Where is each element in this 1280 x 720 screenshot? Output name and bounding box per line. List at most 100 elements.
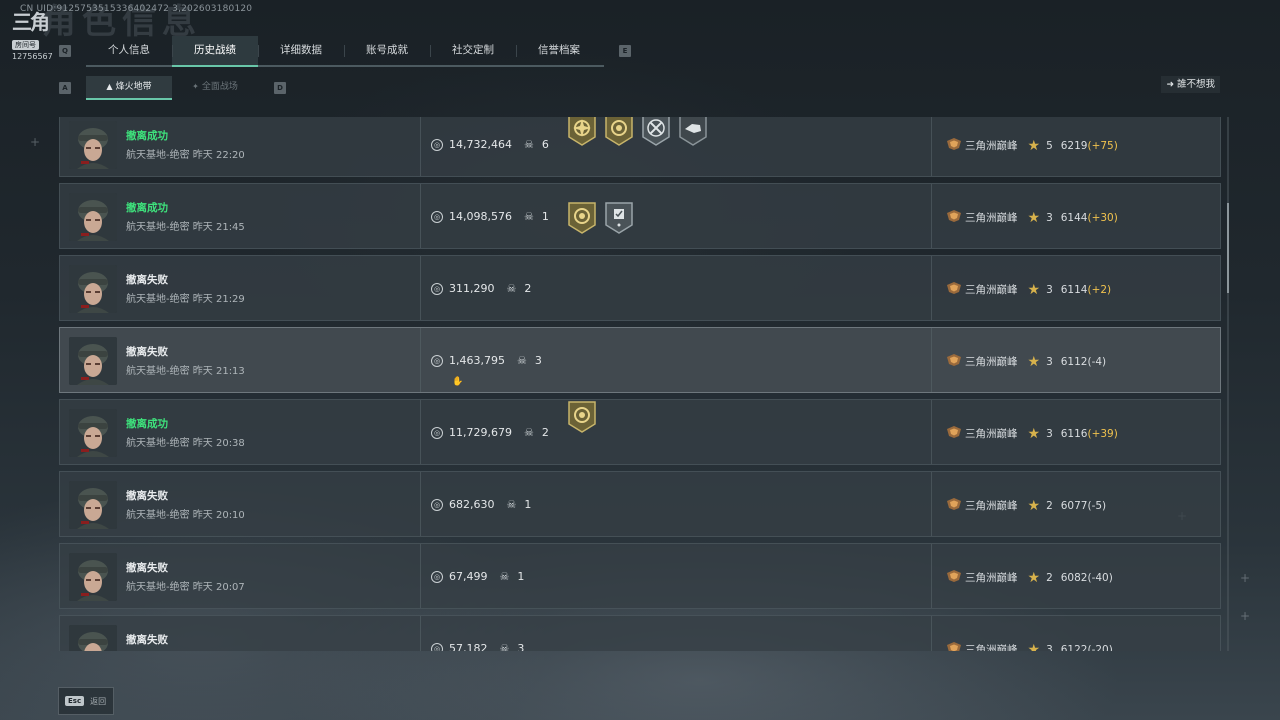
star-icon: ★ [1027, 641, 1041, 652]
rank-name: 三角洲巅峰 [965, 212, 1018, 224]
skull-icon: ☠ [499, 570, 510, 583]
battlefield-icon: ✦ [192, 82, 199, 91]
scroll-thumb[interactable] [1227, 203, 1229, 293]
badge-gold-star-icon [567, 117, 597, 147]
divider [420, 256, 421, 320]
crosshair-mark-icon: + [1240, 609, 1251, 623]
loot-value: ◎ 14,098,576 ☠ 1 [431, 210, 549, 223]
subtab-operations[interactable]: ▲ 烽火地带 [86, 76, 172, 100]
subtab-warfare[interactable]: ✦ 全面战场 [172, 76, 258, 100]
rank-icon [946, 354, 965, 369]
score-delta: (+30) [1087, 211, 1118, 224]
logo-text: 三角 [12, 10, 50, 34]
loot-value: ◎ 11,729,679 ☠ 2 [431, 426, 549, 439]
rank-info: 三角洲巅峰 ★ 2 6082 (-40) [946, 570, 1113, 585]
loot-value: ◎ 14,732,464 ☠ 6 [431, 138, 549, 151]
room-number: 12756567 [12, 52, 53, 61]
map-and-time: 航天基地-绝密 昨天 20:38 [126, 438, 245, 449]
loot-value: ◎ 682,630 ☠ 1 [431, 498, 531, 511]
divider [420, 544, 421, 608]
kill-count: 1 [517, 570, 525, 583]
rank-score: 6077 [1060, 499, 1088, 512]
match-row[interactable]: 撤离失败 航天基地-绝密 昨天 20:07 ◎ 67,499 ☠ 1 三角洲巅峰 ★ 2 6082… [59, 543, 1221, 609]
prev-subtab-key[interactable]: A [59, 82, 71, 94]
prev-tab-key[interactable]: Q [59, 45, 71, 57]
loot-value-amount: 14,732,464 [449, 138, 512, 151]
coin-icon: ◎ [431, 282, 443, 295]
divider [420, 117, 421, 176]
rank-info: 三角洲巅峰 ★ 3 6112 (-4) [946, 354, 1106, 369]
loot-value-amount: 11,729,679 [449, 426, 512, 439]
rank-score: 6116 [1060, 427, 1088, 440]
star-count: 5 [1046, 139, 1053, 152]
avatar [69, 121, 117, 169]
rank-score: 6219 [1060, 139, 1088, 152]
mouse-cursor-icon: ✋ [452, 377, 464, 387]
loot-value-amount: 67,499 [449, 570, 488, 583]
star-icon: ★ [1027, 353, 1041, 370]
star-count: 3 [1046, 427, 1053, 440]
rank-name: 三角洲巅峰 [965, 356, 1018, 368]
map-and-time: 航天基地-绝密 昨天 21:45 [126, 222, 245, 233]
divider [420, 328, 421, 392]
friend-button[interactable]: ➜ 誰不想我 [1161, 76, 1220, 93]
match-row[interactable]: 撤离失败航天基地-绝密 昨天 19:51 ◎ 57,182 ☠ 3 三角洲巅峰 ★ 3 6122… [59, 615, 1221, 651]
rank-score: 6114 [1060, 283, 1088, 296]
tab-detailed-data[interactable]: 详细数据 [258, 36, 344, 65]
avatar [69, 337, 117, 385]
tab-social-custom[interactable]: 社交定制 [430, 36, 516, 65]
star-icon: ★ [1027, 209, 1041, 226]
divider [931, 117, 932, 176]
badge-list [567, 117, 715, 147]
score-delta: (+2) [1087, 283, 1112, 296]
crosshair-mark-icon: + [1240, 571, 1251, 585]
match-row[interactable]: 撤离失败 航天基地-绝密 昨天 21:13 ◎ 1,463,795 ☠ 3 三角洲巅峰 ★ 3 6… [59, 327, 1221, 393]
back-button[interactable]: Esc 返回 [58, 687, 114, 715]
divider [931, 184, 932, 248]
match-row[interactable]: 撤离成功 航天基地-绝密 昨天 22:20 ◎ 14,732,464 ☠ 6 三角洲巅峰 ★ 5… [59, 117, 1221, 177]
kill-count: 2 [524, 282, 532, 295]
extraction-status: 撤离失败 [126, 346, 168, 358]
badge-gold-circle-icon [567, 400, 597, 434]
game-logo: 三角 房间号 12756567 [12, 10, 53, 61]
tab-achievements[interactable]: 账号成就 [344, 36, 430, 65]
next-subtab-key[interactable]: D [274, 82, 286, 94]
match-row[interactable]: 撤离失败 航天基地-绝密 昨天 21:29 ◎ 311,290 ☠ 2 三角洲巅峰 ★ 3 611… [59, 255, 1221, 321]
avatar [69, 481, 117, 529]
coin-icon: ◎ [431, 354, 443, 367]
loot-value-amount: 14,098,576 [449, 210, 512, 223]
divider [420, 400, 421, 464]
extraction-status: 撤离成功 [126, 130, 168, 142]
divider [931, 328, 932, 392]
back-button-label: 返回 [90, 696, 107, 706]
loot-value: ◎ 57,182 ☠ 3 [431, 642, 524, 651]
badge-gold-circle-icon [604, 117, 634, 147]
map-and-time: 航天基地-绝密 昨天 19:51 [126, 650, 245, 651]
loot-value-amount: 57,182 [449, 642, 488, 651]
match-history-list[interactable]: 撤离成功 航天基地-绝密 昨天 22:20 ◎ 14,732,464 ☠ 6 三角洲巅峰 ★ 5… [59, 117, 1222, 651]
badge-silver-tools-icon [641, 117, 671, 147]
score-delta: (-20) [1087, 643, 1113, 652]
rank-score: 6112 [1060, 355, 1088, 368]
match-row[interactable]: 撤离失败 航天基地-绝密 昨天 20:10 ◎ 682,630 ☠ 1 三角洲巅峰 ★ 2 607… [59, 471, 1221, 537]
tab-personal-info[interactable]: 个人信息 [86, 36, 172, 65]
tab-match-history[interactable]: 历史战绩 [172, 36, 258, 67]
tab-reputation[interactable]: 信誉档案 [516, 36, 602, 65]
kill-count: 3 [517, 642, 525, 651]
divider [931, 616, 932, 651]
skull-icon: ☠ [523, 210, 534, 223]
match-row[interactable]: 撤离成功 航天基地-绝密 昨天 20:38 ◎ 11,729,679 ☠ 2 三角洲巅峰 ★ 3… [59, 399, 1221, 465]
rank-name: 三角洲巅峰 [965, 500, 1018, 512]
next-tab-key[interactable]: E [619, 45, 631, 57]
rank-info: 三角洲巅峰 ★ 3 6114 (+2) [946, 282, 1111, 297]
scrollbar[interactable] [1227, 117, 1229, 651]
star-icon: ★ [1027, 137, 1041, 154]
back-arrow-icon: ➜ [1166, 80, 1174, 90]
divider [420, 184, 421, 248]
star-icon: ★ [1027, 425, 1041, 442]
match-row[interactable]: 撤离成功 航天基地-绝密 昨天 21:45 ◎ 14,098,576 ☠ 1 三角洲巅峰 ★ 3… [59, 183, 1221, 249]
fire-icon: ▲ [106, 82, 113, 91]
score-delta: (+39) [1087, 427, 1118, 440]
rank-name: 三角洲巅峰 [965, 284, 1018, 296]
star-icon: ★ [1027, 281, 1041, 298]
